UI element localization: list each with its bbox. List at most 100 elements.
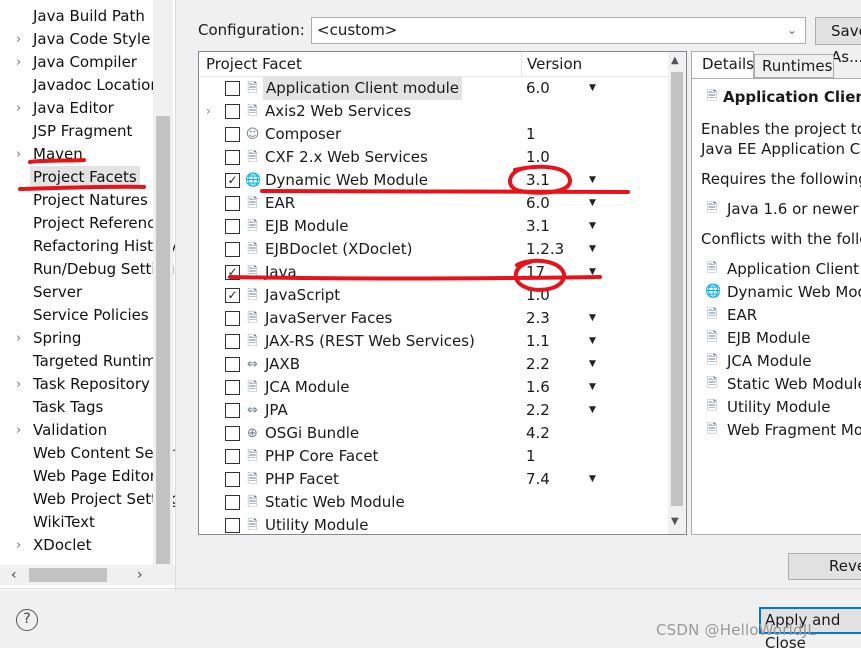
facet-version[interactable]: 3.1 xyxy=(526,215,550,238)
facet-checkbox[interactable] xyxy=(225,380,240,395)
facet-row[interactable]: 🗎 Utility Module xyxy=(199,514,669,534)
facet-version[interactable]: 6.0 xyxy=(526,192,550,215)
chevron-right-icon[interactable]: › xyxy=(16,28,26,51)
chevron-right-icon[interactable]: › xyxy=(16,97,26,120)
chevron-right-icon[interactable]: › xyxy=(16,51,26,74)
version-dropdown-icon[interactable]: ▼ xyxy=(589,192,596,215)
facet-row[interactable]: 🗎 PHP Facet 7.4 ▼ xyxy=(199,468,669,491)
facet-version[interactable]: 17 xyxy=(526,261,545,284)
facet-checkbox[interactable]: ✓ xyxy=(225,173,240,188)
details-list-item: EJB Module xyxy=(727,329,811,347)
facet-row[interactable]: 🗎 JCA Module 1.6 ▼ xyxy=(199,376,669,399)
scroll-down-icon[interactable]: ▼ xyxy=(671,516,679,527)
chevron-right-icon[interactable]: › xyxy=(16,534,26,557)
version-dropdown-icon[interactable]: ▼ xyxy=(589,215,596,238)
version-dropdown-icon[interactable]: ▼ xyxy=(589,399,596,422)
facet-row[interactable]: 🗎 Application Client module 6.0 ▼ xyxy=(199,77,669,100)
doc-icon: 🗎 xyxy=(706,89,718,104)
help-icon[interactable]: ? xyxy=(16,609,38,631)
facet-checkbox[interactable] xyxy=(225,403,240,418)
facet-version[interactable]: 1.2.3 xyxy=(526,238,564,261)
facet-checkbox[interactable] xyxy=(225,472,240,487)
facet-version[interactable]: 7.4 xyxy=(526,468,550,491)
version-dropdown-icon[interactable]: ▼ xyxy=(589,238,596,261)
column-project-facet[interactable]: Project Facet xyxy=(206,54,302,75)
facets-vertical-scrollbar[interactable]: ▲ ▼ xyxy=(668,52,686,534)
facet-row[interactable]: 🗎 EAR 6.0 ▼ xyxy=(199,192,669,215)
column-version[interactable]: Version xyxy=(527,54,582,75)
facets-scroll-thumb[interactable] xyxy=(671,72,683,506)
revert-button[interactable]: Revert xyxy=(788,553,861,580)
facet-checkbox[interactable] xyxy=(225,196,240,211)
facet-checkbox[interactable] xyxy=(225,495,240,510)
facet-version[interactable]: 1.6 xyxy=(526,376,550,399)
version-dropdown-icon[interactable]: ▼ xyxy=(589,169,596,192)
facet-row[interactable]: 🗎 CXF 2.x Web Services 1.0 xyxy=(199,146,669,169)
facet-checkbox[interactable] xyxy=(225,449,240,464)
chevron-right-icon[interactable]: › xyxy=(16,143,26,166)
version-dropdown-icon[interactable]: ▼ xyxy=(589,330,596,353)
column-divider[interactable] xyxy=(521,52,522,77)
facet-checkbox[interactable] xyxy=(225,334,240,349)
facet-row[interactable]: ✓ 🗎 Java 17 ▼ xyxy=(199,261,669,284)
facet-version[interactable]: 2.2 xyxy=(526,399,550,422)
facet-row[interactable]: ☺ Composer 1 xyxy=(199,123,669,146)
facet-row[interactable]: 🗎 PHP Core Facet 1 xyxy=(199,445,669,468)
tree-vertical-scrollbar[interactable] xyxy=(153,0,173,565)
tab-runtimes[interactable]: Runtimes xyxy=(754,54,834,78)
facet-checkbox[interactable]: ✓ xyxy=(225,288,240,303)
facet-checkbox[interactable] xyxy=(225,518,240,533)
facet-version[interactable]: 6.0 xyxy=(526,77,550,100)
chevron-right-icon[interactable]: › xyxy=(16,419,26,442)
tree-item-label: Server xyxy=(33,283,83,301)
version-dropdown-icon[interactable]: ▼ xyxy=(589,376,596,399)
facet-row[interactable]: 🗎 JavaServer Faces 2.3 ▼ xyxy=(199,307,669,330)
version-dropdown-icon[interactable]: ▼ xyxy=(589,77,596,100)
facet-version[interactable]: 1.1 xyxy=(526,330,550,353)
scroll-up-icon[interactable]: ▲ xyxy=(671,55,679,66)
facet-version[interactable]: 2.2 xyxy=(526,353,550,376)
facet-row[interactable]: ⇔ JPA 2.2 ▼ xyxy=(199,399,669,422)
facet-checkbox[interactable] xyxy=(225,127,240,142)
facet-checkbox[interactable] xyxy=(225,357,240,372)
version-dropdown-icon[interactable]: ▼ xyxy=(589,353,596,376)
facet-checkbox[interactable] xyxy=(225,311,240,326)
facet-row[interactable]: ✓ 🗎 JavaScript 1.0 xyxy=(199,284,669,307)
tree-horizontal-scrollbar[interactable]: ‹ › xyxy=(0,565,175,585)
chevron-right-icon[interactable]: › xyxy=(16,327,26,350)
facet-checkbox[interactable]: ✓ xyxy=(225,265,240,280)
facet-checkbox[interactable] xyxy=(225,104,240,119)
version-dropdown-icon[interactable]: ▼ xyxy=(589,468,596,491)
scroll-right-icon[interactable]: › xyxy=(137,565,143,585)
facet-row[interactable]: 🗎 EJBDoclet (XDoclet) 1.2.3 ▼ xyxy=(199,238,669,261)
tab-details[interactable]: Details xyxy=(691,51,754,78)
facet-checkbox[interactable] xyxy=(225,219,240,234)
facet-row[interactable]: 🗎 JAX-RS (REST Web Services) 1.1 ▼ xyxy=(199,330,669,353)
facet-row[interactable]: ⊕ OSGi Bundle 4.2 xyxy=(199,422,669,445)
conflicts-heading: Conflicts with the following facets: xyxy=(701,230,861,248)
chevron-right-icon[interactable]: › xyxy=(16,373,26,396)
footer-divider xyxy=(0,588,861,589)
facet-row[interactable]: 🗎 Static Web Module xyxy=(199,491,669,514)
scroll-left-icon[interactable]: ‹ xyxy=(11,565,17,585)
facet-row[interactable]: 🗎 EJB Module 3.1 ▼ xyxy=(199,215,669,238)
details-list-item: Dynamic Web Module xyxy=(727,283,861,301)
save-as-button[interactable]: Save As... xyxy=(815,17,861,66)
facet-version[interactable]: 3.1 xyxy=(526,169,550,192)
tree-hscroll-thumb[interactable] xyxy=(29,568,107,582)
facet-checkbox[interactable] xyxy=(225,81,240,96)
version-dropdown-icon[interactable]: ▼ xyxy=(589,307,596,330)
tree-item-label: WikiText xyxy=(33,513,95,531)
chevron-down-icon[interactable]: ⌄ xyxy=(787,18,797,43)
facet-checkbox[interactable] xyxy=(225,426,240,441)
facet-checkbox[interactable] xyxy=(225,242,240,257)
configuration-select[interactable]: <custom> ⌄ xyxy=(311,17,806,44)
expand-icon[interactable]: › xyxy=(206,100,211,123)
facet-checkbox[interactable] xyxy=(225,150,240,165)
version-dropdown-icon[interactable]: ▼ xyxy=(589,261,596,284)
facet-row[interactable]: ✓ 🌐 Dynamic Web Module 3.1 ▼ xyxy=(199,169,669,192)
facet-row[interactable]: ⇔ JAXB 2.2 ▼ xyxy=(199,353,669,376)
facet-row[interactable]: › 🗎 Axis2 Web Services xyxy=(199,100,669,123)
facet-version[interactable]: 2.3 xyxy=(526,307,550,330)
tree-scroll-thumb[interactable] xyxy=(156,116,170,564)
